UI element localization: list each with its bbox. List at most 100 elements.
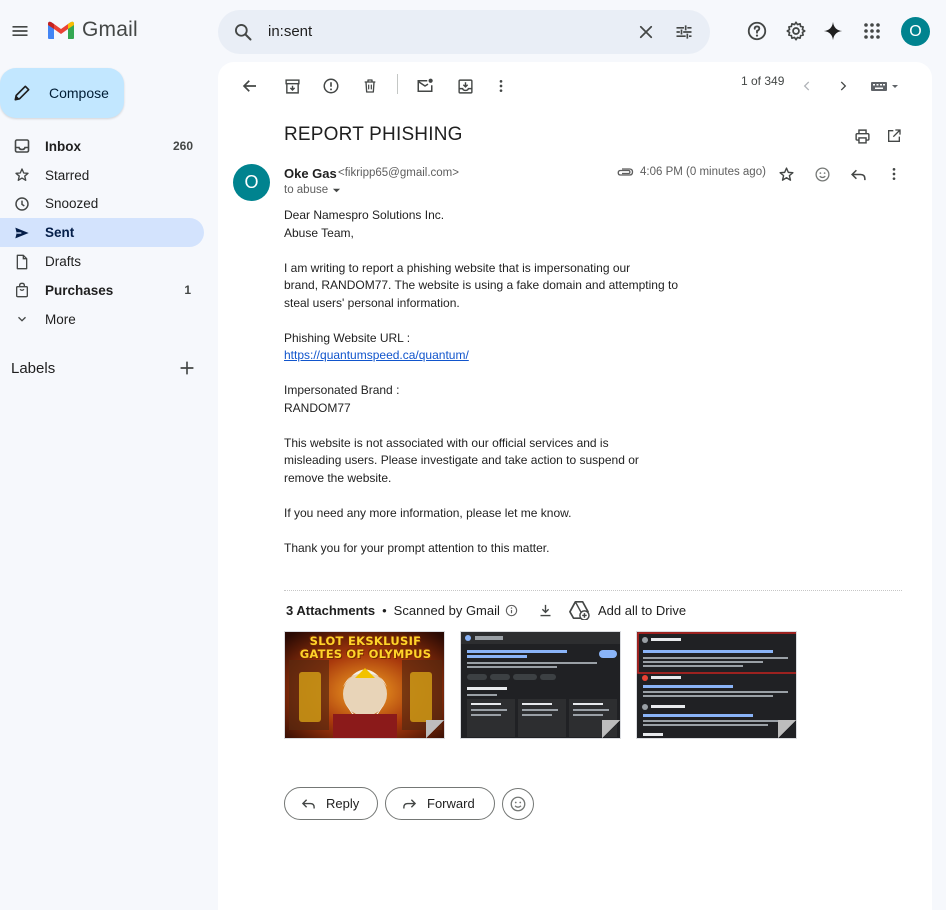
sidebar-item-label: More [45,311,76,327]
clear-search-icon[interactable] [637,23,655,41]
message-pane: 1 of 349 REPORT PHISHING O Oke Gas <fikr… [218,62,932,910]
brand-label: Impersonated Brand : [284,383,400,397]
forward-icon [402,796,417,811]
newer-button[interactable] [789,68,825,104]
forward-label: Forward [427,796,475,811]
reply-top-button[interactable] [840,156,876,192]
sidebar-item-starred[interactable]: Starred [0,161,204,190]
body-line: I am writing to report a phishing websit… [284,260,631,275]
phishing-url-link[interactable]: https://quantumspeed.ca/quantum/ [284,348,469,362]
body-line: steal users' personal information. [284,295,460,310]
search-input[interactable] [268,10,608,54]
open-in-new-icon [876,118,912,154]
star-message-button[interactable] [768,156,804,192]
recipients-toggle[interactable]: to abuse [284,184,341,196]
body-line: brand, RANDOM77. The website is using a … [284,278,678,292]
archive-button[interactable] [274,68,310,104]
inbox-icon [12,138,32,154]
sidebar-item-drafts[interactable]: Drafts [0,247,204,276]
search-options-icon[interactable] [674,22,694,42]
attachment-thumbnail-1[interactable]: SLOT EKSKLUSIF GATES OF OLYMPUS [284,631,445,739]
sidebar-item-label: Drafts [45,254,82,270]
compose-label: Compose [49,85,109,101]
sidebar-nav: Inbox 260 Starred Snoozed Sent Drafts Pu… [0,132,210,334]
sidebar-item-label: Snoozed [45,196,99,212]
account-avatar[interactable]: O [901,17,930,46]
main-menu-button[interactable] [2,13,38,49]
print-all-button[interactable] [844,118,880,154]
plus-icon [176,357,198,379]
sender-avatar[interactable]: O [233,164,270,201]
brand-value: RANDOM77 [284,400,351,415]
body-greeting: Dear Namespro Solutions Inc. Abuse Team, [284,207,704,242]
body-line: remove the website. [284,470,392,485]
attachment-thumbnail-3[interactable] [636,631,797,739]
body-brand-section: Impersonated Brand : RANDOM77 [284,382,704,417]
gmail-wordmark: Gmail [82,18,138,41]
settings-button[interactable] [778,13,814,49]
apps-button[interactable] [854,13,890,49]
back-to-sent-button[interactable] [232,68,268,104]
labels-heading: Labels [11,360,56,377]
gemini-button[interactable] [815,13,851,49]
shopping-bag-icon [12,282,32,298]
search-icon[interactable] [233,22,253,42]
download-all-icon[interactable] [538,603,553,618]
attachment-thumbnail-2[interactable] [460,631,621,739]
chevron-right-icon [825,68,861,104]
attachments-count: 3 Attachments [286,603,376,618]
clock-icon [12,196,32,212]
gmail-logo[interactable]: Gmail [46,18,138,42]
sidebar-item-snoozed[interactable]: Snoozed [0,190,204,219]
emoji-icon [804,156,840,192]
search-results-screenshot-image [637,632,796,738]
body-paragraph: If you need any more information, please… [284,505,572,520]
trash-icon [352,68,388,104]
input-tools-button[interactable] [863,68,907,104]
compose-button[interactable]: Compose [0,68,124,118]
message-more-button[interactable] [876,156,912,192]
info-icon[interactable] [505,604,518,617]
move-to-button[interactable] [447,68,483,104]
report-spam-button[interactable] [313,68,349,104]
page-fold-corner [602,720,620,738]
body-paragraph: I am writing to report a phishing websit… [284,260,704,313]
archive-icon [274,68,310,104]
pencil-icon [12,83,32,103]
sidebar-item-label: Purchases [45,282,114,298]
body-line: misleading users. Please investigate and… [284,453,639,467]
delete-button[interactable] [352,68,388,104]
create-label-button[interactable] [176,357,198,379]
open-new-window-button[interactable] [876,118,912,154]
draft-icon [12,254,32,270]
emoji-reaction-button[interactable] [502,788,534,820]
search-bar [218,10,710,54]
sender-name[interactable]: Oke Gas [284,166,337,181]
sidebar-item-label: Inbox [45,138,81,154]
thumb1-title-line2: GATES OF OLYMPUS [299,647,432,661]
more-actions-button[interactable] [483,68,519,104]
sidebar-item-inbox[interactable]: Inbox 260 [0,132,204,161]
sidebar-item-sent[interactable]: Sent [0,218,204,248]
drive-add-icon [568,600,590,620]
forward-button[interactable]: Forward [385,787,495,820]
star-outline-icon [768,156,804,192]
url-label: Phishing Website URL : [284,330,411,345]
reply-button[interactable]: Reply [284,787,378,820]
keyboard-icon [863,68,907,104]
pagination-text: 1 of 349 [741,74,785,88]
sidebar-item-purchases[interactable]: Purchases 1 [0,276,204,305]
add-reaction-button[interactable] [804,156,840,192]
toolbar-divider [397,74,398,94]
mark-unread-button[interactable] [407,68,443,104]
older-button[interactable] [825,68,861,104]
sidebar-item-more[interactable]: More [0,305,204,334]
add-all-to-drive-label: Add all to Drive [598,602,687,618]
help-icon [746,20,768,42]
support-button[interactable] [739,13,775,49]
gemini-sparkle-icon [822,20,844,42]
chevron-down-icon [12,312,32,326]
body-line: This website is not associated with our … [284,435,609,450]
attachment-clip-icon [616,166,634,178]
add-all-to-drive-button[interactable]: Add all to Drive [568,600,686,620]
